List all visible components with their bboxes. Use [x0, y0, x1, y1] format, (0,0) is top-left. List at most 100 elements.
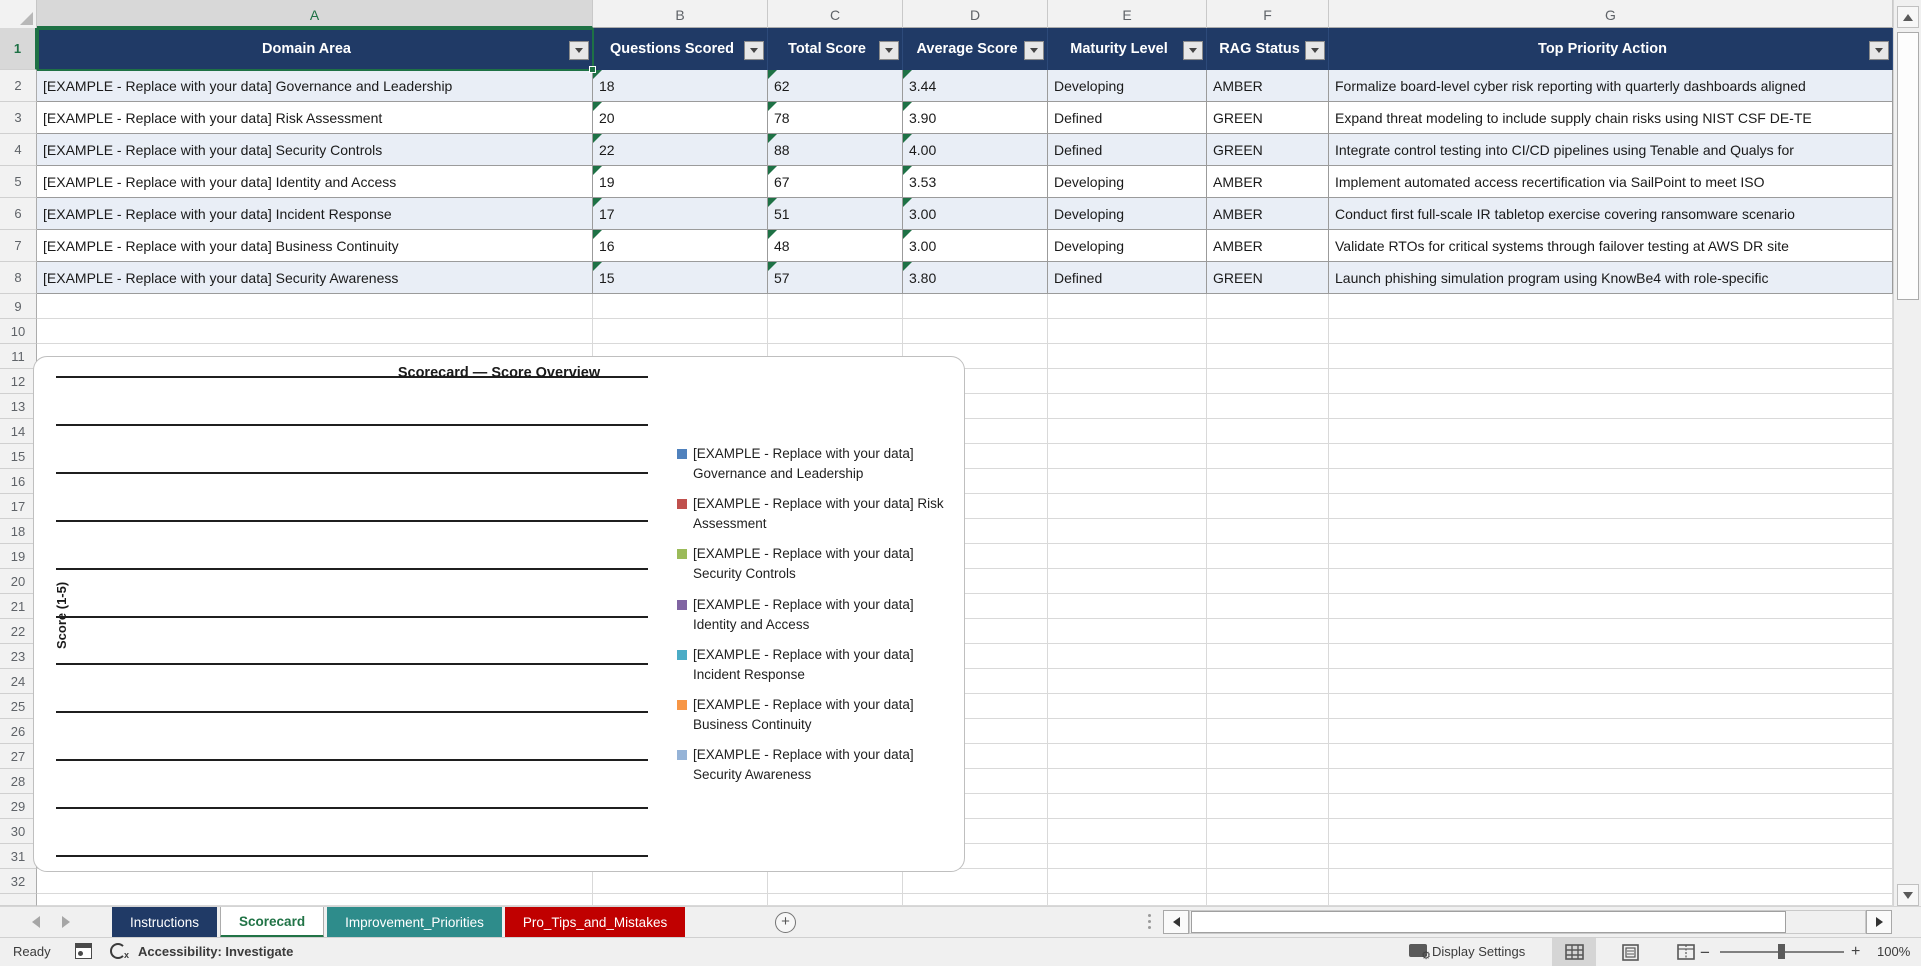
cell[interactable] [593, 319, 768, 344]
column-header-G[interactable]: G [1329, 0, 1893, 28]
row-header-16[interactable]: 16 [0, 469, 37, 494]
zoom-out-button[interactable]: − [1700, 943, 1710, 963]
cell[interactable] [1329, 819, 1893, 844]
column-filter-header[interactable]: Domain Area [37, 28, 593, 70]
filter-dropdown-button[interactable] [1183, 41, 1203, 61]
sheet-tab-scorecard[interactable]: Scorecard [220, 907, 325, 938]
cell[interactable] [1207, 644, 1329, 669]
row-header-19[interactable]: 19 [0, 544, 37, 569]
cell[interactable]: 18 [593, 70, 768, 102]
cell[interactable] [593, 894, 768, 906]
row-header-10[interactable]: 10 [0, 319, 37, 344]
cell[interactable] [1329, 594, 1893, 619]
filter-dropdown-button[interactable] [1305, 41, 1325, 61]
row-header-20[interactable]: 20 [0, 569, 37, 594]
row-header-12[interactable]: 12 [0, 369, 37, 394]
hscroll-right-button[interactable] [1866, 910, 1892, 934]
row-header-13[interactable]: 13 [0, 394, 37, 419]
cell[interactable] [1207, 694, 1329, 719]
row-header-29[interactable]: 29 [0, 794, 37, 819]
cell[interactable]: Developing [1048, 166, 1207, 198]
cell[interactable] [1207, 819, 1329, 844]
cell[interactable] [1329, 469, 1893, 494]
cell[interactable] [1329, 719, 1893, 744]
cell[interactable] [1329, 419, 1893, 444]
cell[interactable] [1207, 344, 1329, 369]
column-header-F[interactable]: F [1207, 0, 1329, 28]
cell[interactable] [903, 319, 1048, 344]
cell[interactable] [1048, 694, 1207, 719]
cell[interactable]: [EXAMPLE - Replace with your data] Secur… [37, 134, 593, 166]
cell[interactable] [1048, 719, 1207, 744]
row-header-18[interactable]: 18 [0, 519, 37, 544]
cell[interactable] [1207, 319, 1329, 344]
filter-dropdown-button[interactable] [744, 41, 764, 61]
score-chart[interactable]: Scorecard — Score Overview Score (1-5) [… [33, 356, 965, 872]
cell[interactable] [1048, 669, 1207, 694]
filter-dropdown-button[interactable] [569, 41, 589, 61]
cell[interactable]: [EXAMPLE - Replace with your data] Secur… [37, 262, 593, 294]
cell[interactable] [1207, 419, 1329, 444]
cell[interactable] [1329, 319, 1893, 344]
cell[interactable] [37, 869, 593, 894]
cell[interactable]: 3.80 [903, 262, 1048, 294]
zoom-in-button[interactable]: + [1851, 943, 1860, 961]
normal-view-button[interactable] [1552, 938, 1596, 966]
row-header-28[interactable]: 28 [0, 769, 37, 794]
cell[interactable] [1207, 519, 1329, 544]
zoom-slider-thumb[interactable] [1778, 944, 1785, 959]
cell[interactable] [1048, 644, 1207, 669]
row-header-3[interactable]: 3 [0, 102, 37, 134]
cell[interactable]: GREEN [1207, 102, 1329, 134]
cell[interactable] [1048, 469, 1207, 494]
cell[interactable] [1048, 844, 1207, 869]
cell[interactable]: Implement automated access recertificati… [1329, 166, 1893, 198]
cell[interactable] [1207, 794, 1329, 819]
row-header-5[interactable]: 5 [0, 166, 37, 198]
cell[interactable]: GREEN [1207, 262, 1329, 294]
row-header-8[interactable]: 8 [0, 262, 37, 294]
cell[interactable]: 22 [593, 134, 768, 166]
cell[interactable] [593, 869, 768, 894]
cell[interactable]: Developing [1048, 198, 1207, 230]
cell[interactable]: Defined [1048, 102, 1207, 134]
cell[interactable] [1329, 519, 1893, 544]
row-header-22[interactable]: 22 [0, 619, 37, 644]
sheet-tab-improvement_priorities[interactable]: Improvement_Priorities [327, 907, 502, 938]
cell[interactable] [1048, 444, 1207, 469]
column-filter-header[interactable]: Average Score [903, 28, 1048, 70]
cell[interactable]: 3.00 [903, 230, 1048, 262]
cell[interactable]: GREEN [1207, 134, 1329, 166]
cell[interactable]: AMBER [1207, 198, 1329, 230]
cell[interactable]: 78 [768, 102, 903, 134]
row-header-32[interactable]: 32 [0, 869, 37, 894]
cell[interactable] [1048, 794, 1207, 819]
cell[interactable] [1207, 769, 1329, 794]
scroll-down-button[interactable] [1897, 884, 1919, 906]
cell[interactable] [1207, 369, 1329, 394]
cell[interactable] [1048, 319, 1207, 344]
cell[interactable] [1207, 569, 1329, 594]
column-header-D[interactable]: D [903, 0, 1048, 28]
cell[interactable]: Expand threat modeling to include supply… [1329, 102, 1893, 134]
filter-dropdown-button[interactable] [1024, 41, 1044, 61]
cell[interactable] [1048, 819, 1207, 844]
cell[interactable] [1329, 844, 1893, 869]
row-header-7[interactable]: 7 [0, 230, 37, 262]
cell[interactable] [1329, 694, 1893, 719]
cell[interactable]: Integrate control testing into CI/CD pip… [1329, 134, 1893, 166]
cell[interactable] [1048, 394, 1207, 419]
accessibility-status-label[interactable]: Accessibility: Investigate [138, 944, 293, 959]
vertical-scrollbar[interactable] [1893, 0, 1921, 906]
cell[interactable] [1048, 544, 1207, 569]
cell[interactable] [1048, 869, 1207, 894]
column-header-E[interactable]: E [1048, 0, 1207, 28]
cell[interactable] [903, 294, 1048, 319]
row-header-1[interactable]: 1 [0, 28, 37, 70]
column-filter-header[interactable]: Top Priority Action [1329, 28, 1893, 70]
zoom-level-label[interactable]: 100% [1877, 944, 1910, 959]
column-filter-header[interactable]: Maturity Level [1048, 28, 1207, 70]
cell[interactable]: 3.90 [903, 102, 1048, 134]
row-header-23[interactable]: 23 [0, 644, 37, 669]
cell[interactable] [1048, 369, 1207, 394]
